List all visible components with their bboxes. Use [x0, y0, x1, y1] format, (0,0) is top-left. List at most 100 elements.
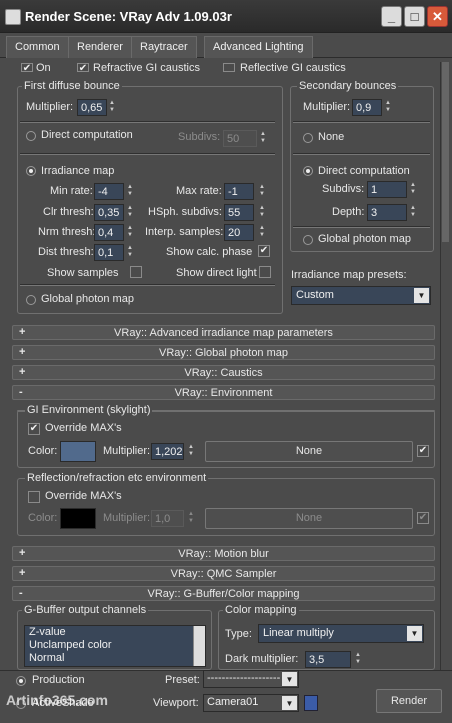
render-button[interactable]: Render	[376, 689, 442, 713]
secondary-subdivs-spinner[interactable]: ▲ ▼	[409, 182, 417, 197]
gi-multiplier-spinner[interactable]: ▲ ▼	[187, 444, 195, 459]
listbox-scrollbar[interactable]	[193, 626, 205, 666]
refl-multiplier-input[interactable]: 1,0	[151, 510, 184, 527]
show-calc-phase-checkbox[interactable]: ✔	[258, 245, 270, 257]
interp-samples-label: Interp. samples:	[145, 226, 224, 238]
max-rate-spinner[interactable]: ▲ ▼	[258, 184, 266, 199]
maximize-button[interactable]: □	[404, 6, 425, 27]
production-label: Production	[32, 674, 85, 686]
gi-environment-title: GI Environment (skylight)	[25, 404, 153, 416]
refractive-caustics-checkbox[interactable]: ✔	[77, 63, 89, 74]
rollout-label: VRay:: Environment	[174, 387, 273, 399]
lock-icon[interactable]	[304, 695, 318, 711]
presets-dropdown[interactable]: Custom ▼	[291, 286, 431, 305]
rollout-gbuffer-color-mapping[interactable]: - VRay:: G-Buffer/Color mapping	[12, 586, 435, 601]
dist-thresh-label: Dist thresh:	[38, 246, 94, 258]
tab-advanced-lighting[interactable]: Advanced Lighting	[204, 36, 313, 58]
first-direct-radio[interactable]	[26, 131, 36, 141]
watermark: Artinfo365.com	[6, 692, 108, 708]
hsph-subdivs-spinner[interactable]: ▲ ▼	[258, 205, 266, 220]
rollout-caustics[interactable]: + VRay:: Caustics	[12, 365, 435, 380]
list-item[interactable]: Unclamped color	[25, 639, 205, 652]
show-direct-light-label: Show direct light	[176, 267, 257, 279]
scrollbar-thumb[interactable]	[442, 62, 449, 242]
refl-color-label: Color:	[28, 512, 58, 524]
rollout-qmc-sampler[interactable]: + VRay:: QMC Sampler	[12, 566, 435, 581]
irradiance-map-radio[interactable]	[26, 166, 36, 176]
rollout-advanced-irradiance[interactable]: + VRay:: Advanced irradiance map paramet…	[12, 325, 435, 340]
gi-on-checkbox[interactable]: ✔	[21, 63, 33, 74]
color-mapping-title: Color mapping	[223, 604, 299, 616]
gi-map-button[interactable]: None	[205, 441, 413, 462]
first-subdivs-spinner[interactable]: ▲ ▼	[259, 131, 267, 146]
separator	[293, 121, 430, 123]
first-multiplier-label: Multiplier:	[26, 101, 74, 113]
rollout-environment[interactable]: - VRay:: Environment	[12, 385, 435, 400]
secondary-none-radio[interactable]	[303, 133, 313, 143]
secondary-multiplier-spinner[interactable]: ▲ ▼	[384, 100, 392, 115]
color-mapping-type-dropdown[interactable]: Linear multiply ▼	[258, 624, 424, 643]
first-multiplier-input[interactable]: 0,65	[77, 99, 107, 116]
first-global-photon-label: Global photon map	[41, 293, 134, 305]
gi-override-checkbox[interactable]: ✔	[28, 423, 40, 435]
interp-samples-spinner[interactable]: ▲ ▼	[258, 225, 266, 240]
production-radio[interactable]	[16, 676, 26, 686]
separator	[293, 226, 430, 228]
nrm-thresh-input[interactable]: 0,4	[94, 224, 124, 241]
refl-override-checkbox[interactable]	[28, 491, 40, 503]
first-multiplier-spinner[interactable]: ▲ ▼	[108, 100, 116, 115]
secondary-depth-spinner[interactable]: ▲ ▼	[409, 205, 417, 220]
max-rate-input[interactable]: -1	[224, 183, 254, 200]
gbuffer-listbox[interactable]: Z-value Unclamped color Normal	[24, 625, 206, 667]
secondary-subdivs-input[interactable]: 1	[367, 181, 407, 198]
secondary-none-label: None	[318, 131, 345, 143]
secondary-depth-input[interactable]: 3	[367, 204, 407, 221]
presets-label: Irradiance map presets:	[291, 269, 407, 281]
min-rate-input[interactable]: -4	[94, 183, 124, 200]
hsph-subdivs-input[interactable]: 55	[224, 204, 254, 221]
interp-samples-input[interactable]: 20	[224, 224, 254, 241]
preset-value: --------------------	[207, 672, 281, 684]
chevron-down-icon: ▼	[282, 696, 297, 710]
dist-thresh-spinner[interactable]: ▲ ▼	[126, 245, 134, 260]
refl-map-button[interactable]: None	[205, 508, 413, 529]
rollout-label: VRay:: Motion blur	[178, 548, 269, 560]
refl-color-swatch[interactable]	[60, 508, 96, 529]
rollout-motion-blur[interactable]: + VRay:: Motion blur	[12, 546, 435, 561]
separator	[293, 153, 430, 155]
first-global-photon-radio[interactable]	[26, 295, 36, 305]
secondary-global-photon-radio[interactable]	[303, 235, 313, 245]
refl-multiplier-spinner[interactable]: ▲ ▼	[187, 511, 195, 526]
min-rate-spinner[interactable]: ▲ ▼	[126, 184, 134, 199]
refl-map-checkbox[interactable]: ✔	[417, 512, 429, 524]
gi-color-swatch[interactable]	[60, 441, 96, 462]
viewport-dropdown[interactable]: Camera01 ▼	[203, 694, 299, 712]
dist-thresh-input[interactable]: 0,1	[94, 244, 124, 261]
hsph-subdivs-label: HSph. subdivs:	[148, 206, 222, 218]
secondary-multiplier-input[interactable]: 0,9	[352, 99, 382, 116]
rollout-global-photon-map[interactable]: + VRay:: Global photon map	[12, 345, 435, 360]
nrm-thresh-spinner[interactable]: ▲ ▼	[126, 225, 134, 240]
first-subdivs-input[interactable]: 50	[223, 130, 257, 147]
close-button[interactable]: ✕	[427, 6, 448, 27]
secondary-direct-radio[interactable]	[303, 166, 313, 176]
gi-map-checkbox[interactable]: ✔	[417, 445, 429, 457]
show-direct-light-checkbox[interactable]	[259, 266, 271, 278]
preset-dropdown[interactable]: -------------------- ▼	[203, 670, 299, 688]
tab-common[interactable]: Common	[6, 36, 69, 58]
dark-multiplier-input[interactable]: 3,5	[305, 651, 351, 668]
refl-multiplier-label: Multiplier:	[103, 512, 151, 524]
clr-thresh-input[interactable]: 0,35	[94, 204, 124, 221]
dark-multiplier-spinner[interactable]: ▲ ▼	[354, 652, 362, 667]
panel-scrollbar[interactable]	[440, 62, 450, 688]
list-item[interactable]: Z-value	[25, 626, 205, 639]
reflective-caustics-checkbox[interactable]	[223, 63, 235, 72]
minimize-button[interactable]: _	[381, 6, 402, 27]
gbuffer-title: G-Buffer output channels	[22, 604, 149, 616]
gi-multiplier-input[interactable]: 1,202	[151, 443, 184, 460]
clr-thresh-spinner[interactable]: ▲ ▼	[126, 205, 134, 220]
list-item[interactable]: Normal	[25, 652, 205, 665]
tab-renderer[interactable]: Renderer	[68, 36, 132, 58]
show-samples-checkbox[interactable]	[130, 266, 142, 278]
tab-raytracer[interactable]: Raytracer	[131, 36, 197, 58]
